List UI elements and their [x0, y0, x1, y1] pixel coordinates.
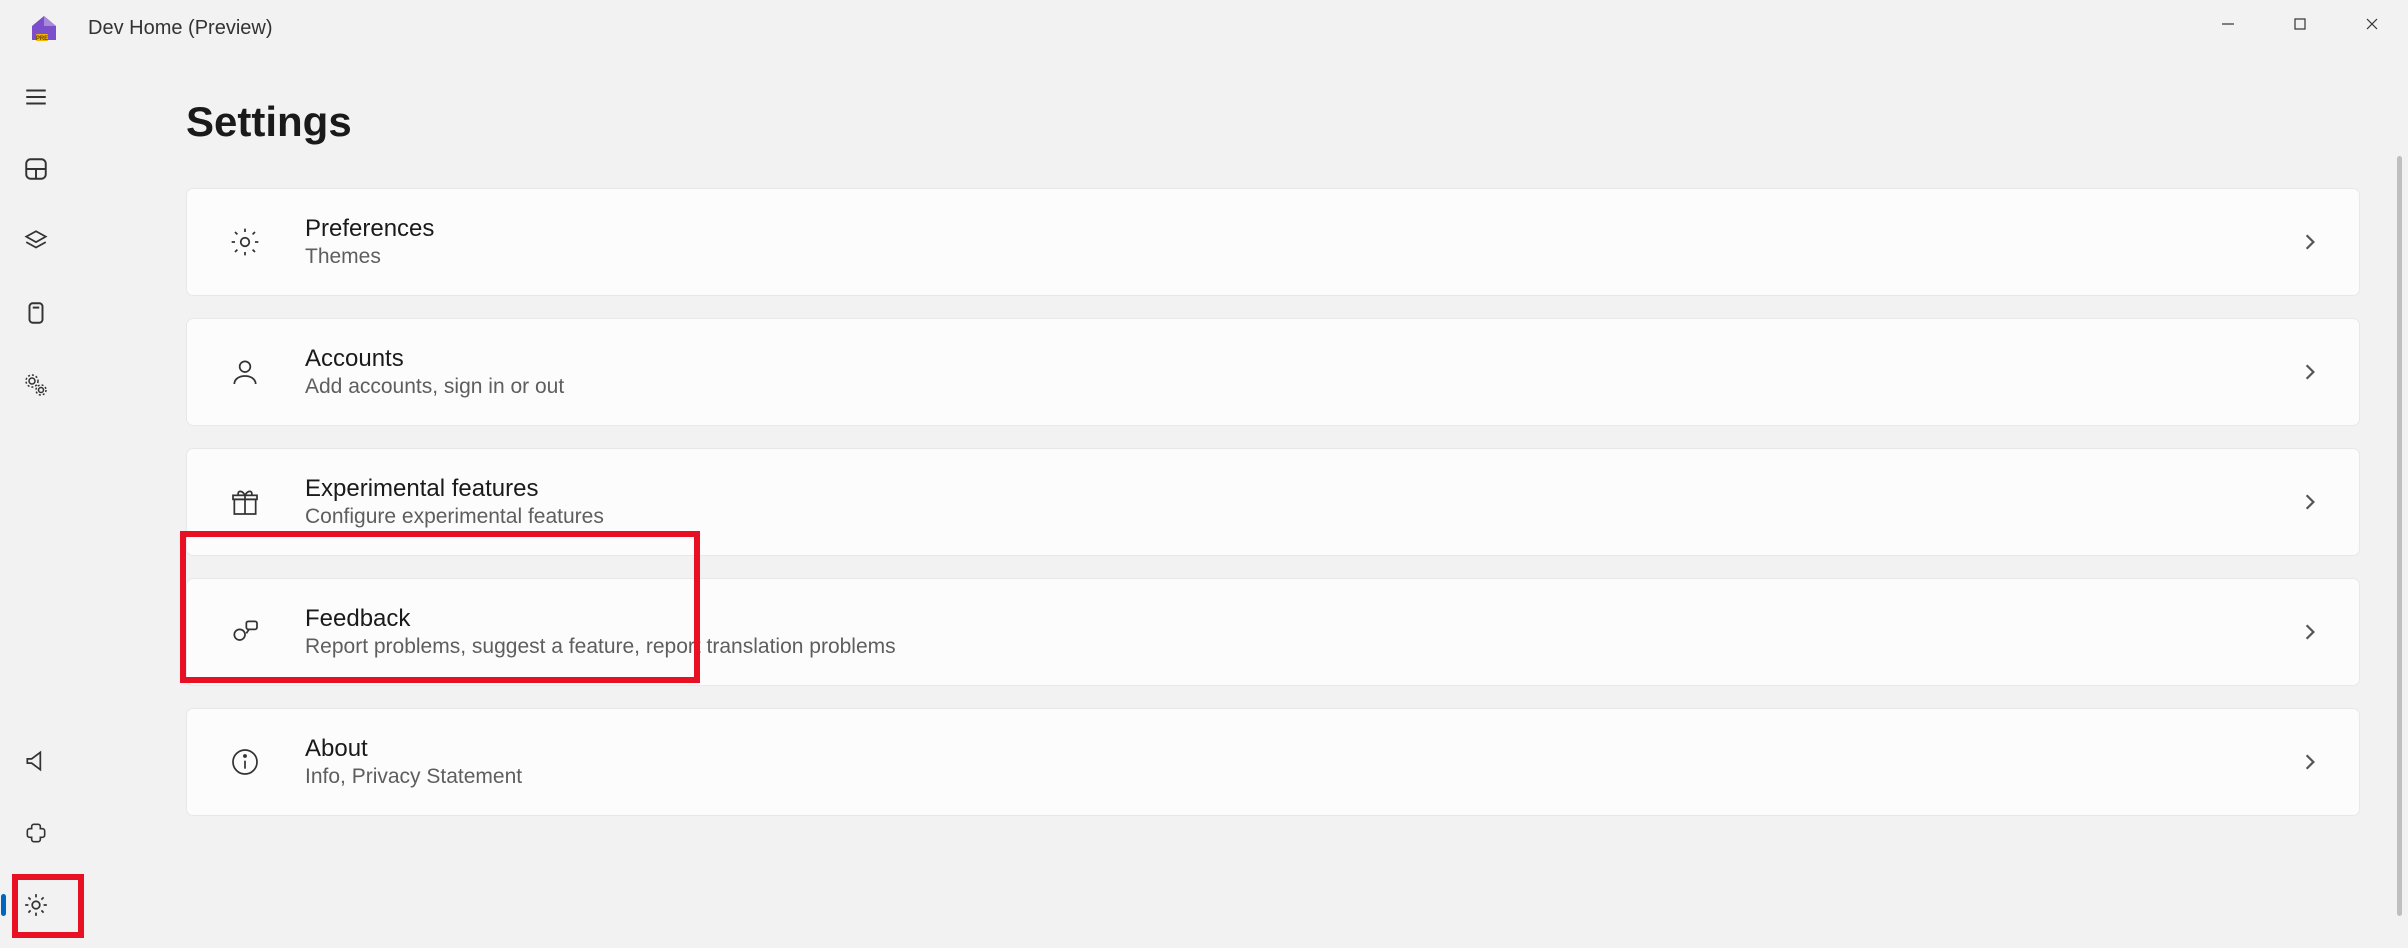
- chevron-right-icon: [2301, 233, 2319, 251]
- main-content: Settings Preferences Themes Accounts Add…: [72, 56, 2408, 948]
- app-icon: PRE: [28, 12, 60, 44]
- item-subtitle: Info, Privacy Statement: [305, 765, 2301, 789]
- item-title: Experimental features: [305, 475, 2301, 503]
- device-nav[interactable]: [6, 284, 66, 342]
- gear-icon: [227, 224, 263, 260]
- settings-nav[interactable]: [6, 876, 66, 934]
- window-controls: [2192, 0, 2408, 48]
- settings-item-preferences[interactable]: Preferences Themes: [186, 188, 2360, 296]
- item-title: About: [305, 735, 2301, 763]
- menu-button[interactable]: [6, 68, 66, 126]
- settings-item-feedback[interactable]: Feedback Report problems, suggest a feat…: [186, 578, 2360, 686]
- chevron-right-icon: [2301, 363, 2319, 381]
- gears-nav[interactable]: [6, 356, 66, 414]
- chevron-right-icon: [2301, 493, 2319, 511]
- settings-item-about[interactable]: About Info, Privacy Statement: [186, 708, 2360, 816]
- settings-item-experimental[interactable]: Experimental features Configure experime…: [186, 448, 2360, 556]
- info-icon: [227, 744, 263, 780]
- feedback-icon: [227, 614, 263, 650]
- maximize-button[interactable]: [2264, 0, 2336, 48]
- close-button[interactable]: [2336, 0, 2408, 48]
- gift-icon: [227, 484, 263, 520]
- item-subtitle: Configure experimental features: [305, 505, 2301, 529]
- dashboard-nav[interactable]: [6, 140, 66, 198]
- sidebar: [0, 56, 72, 948]
- announce-nav[interactable]: [6, 732, 66, 790]
- chevron-right-icon: [2301, 623, 2319, 641]
- item-title: Feedback: [305, 605, 2301, 633]
- settings-item-accounts[interactable]: Accounts Add accounts, sign in or out: [186, 318, 2360, 426]
- stack-nav[interactable]: [6, 212, 66, 270]
- item-subtitle: Add accounts, sign in or out: [305, 375, 2301, 399]
- item-subtitle: Report problems, suggest a feature, repo…: [305, 635, 2301, 659]
- titlebar: PRE Dev Home (Preview): [0, 0, 2408, 56]
- item-title: Accounts: [305, 345, 2301, 373]
- chevron-right-icon: [2301, 753, 2319, 771]
- page-title: Settings: [186, 98, 2360, 146]
- scrollbar[interactable]: [2397, 156, 2402, 916]
- minimize-button[interactable]: [2192, 0, 2264, 48]
- svg-text:PRE: PRE: [36, 36, 48, 42]
- item-subtitle: Themes: [305, 245, 2301, 269]
- person-icon: [227, 354, 263, 390]
- extension-nav[interactable]: [6, 804, 66, 862]
- item-title: Preferences: [305, 215, 2301, 243]
- app-title: Dev Home (Preview): [88, 17, 272, 40]
